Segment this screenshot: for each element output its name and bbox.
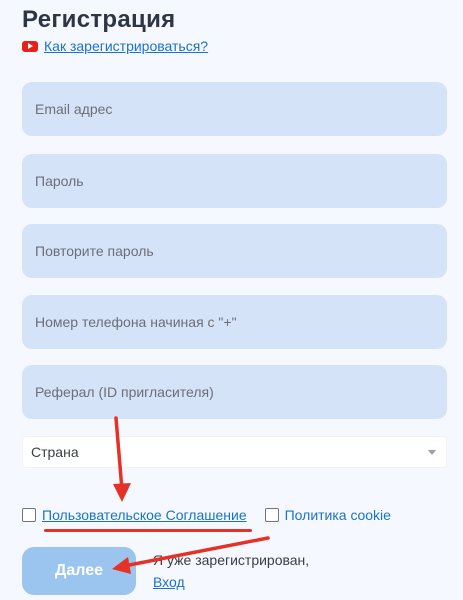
user-agreement-link[interactable]: Пользовательское Соглашение	[42, 507, 247, 523]
login-link[interactable]: Вход	[153, 571, 309, 593]
already-registered-text: Я уже зарегистрирован,	[153, 552, 310, 568]
page-title: Регистрация	[22, 6, 176, 33]
agreements-row: Пользовательское Соглашение Политика coo…	[22, 507, 391, 523]
chevron-down-icon	[428, 449, 436, 455]
country-select[interactable]: Страна	[22, 436, 447, 468]
phone-input[interactable]	[35, 295, 447, 349]
repeat-password-field[interactable]	[22, 224, 447, 278]
youtube-icon[interactable]	[22, 40, 38, 52]
cookie-policy-checkbox[interactable]	[264, 508, 279, 522]
annotation-underline	[44, 529, 252, 532]
arrow-down-head	[113, 483, 131, 502]
referral-field[interactable]	[22, 365, 447, 419]
password-field[interactable]	[22, 154, 447, 208]
already-registered: Я уже зарегистрирован, Вход	[153, 549, 309, 593]
repeat-password-input[interactable]	[35, 224, 447, 278]
email-input[interactable]	[35, 82, 447, 136]
howto-link[interactable]: Как зарегистрироваться?	[44, 38, 208, 54]
user-agreement-checkbox[interactable]	[22, 508, 36, 522]
email-field[interactable]	[22, 82, 447, 136]
next-button[interactable]: Далее	[22, 547, 136, 595]
phone-field[interactable]	[22, 295, 447, 349]
cookie-group: Политика cookie	[264, 507, 391, 523]
cookie-policy-link[interactable]: Политика cookie	[285, 507, 391, 523]
country-select-value: Страна	[31, 444, 79, 460]
howto-row: Как зарегистрироваться?	[22, 38, 208, 54]
password-input[interactable]	[35, 154, 447, 208]
referral-input[interactable]	[35, 365, 447, 419]
